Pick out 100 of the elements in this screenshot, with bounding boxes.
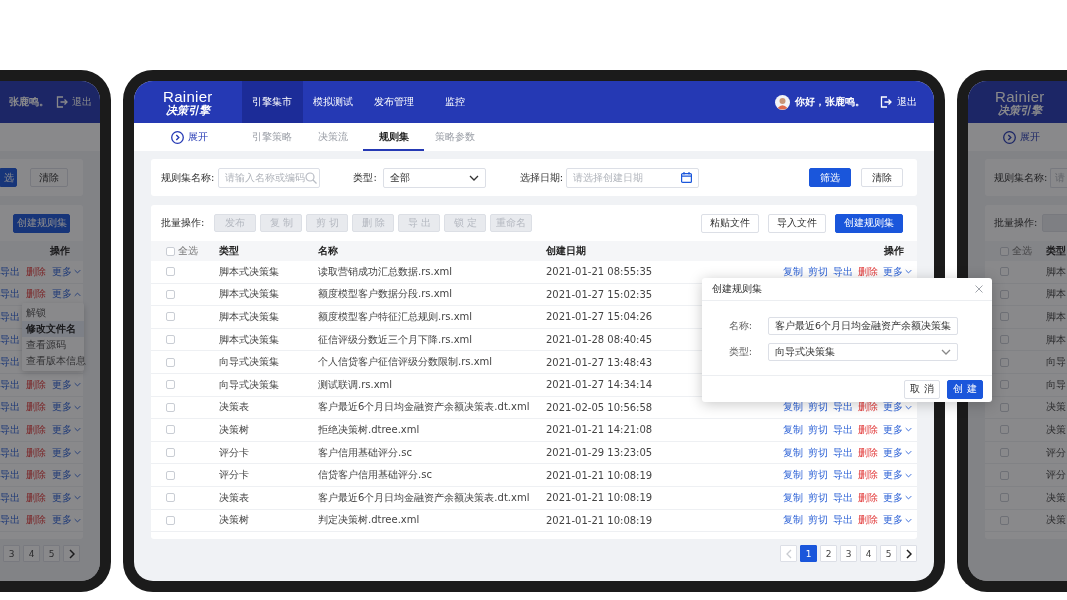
more-dropdown[interactable]: 更多 (883, 445, 912, 460)
type-select[interactable]: 向导式决策集 (768, 343, 958, 361)
delete-link[interactable]: 删除 (26, 445, 46, 460)
action-link[interactable]: 复制 (783, 400, 803, 415)
page-button[interactable]: 1 (800, 545, 817, 562)
more-dropdown[interactable]: 更多 (883, 422, 912, 437)
delete-link[interactable]: 删除 (858, 422, 878, 437)
more-dropdown[interactable]: 更多 (52, 513, 81, 528)
action-link[interactable]: 剪切 (808, 513, 828, 528)
more-dropdown[interactable]: 更多 (52, 422, 81, 437)
action-link[interactable]: 导出 (0, 422, 20, 437)
toolbar-button[interactable]: 创建规则集 (835, 213, 903, 233)
page-button[interactable]: 3 (3, 545, 20, 562)
page-button[interactable]: 4 (23, 545, 40, 562)
checkbox[interactable] (1000, 312, 1009, 322)
action-link[interactable]: 导出 (0, 400, 20, 415)
checkbox[interactable] (166, 493, 175, 503)
logout-icon[interactable] (880, 96, 892, 108)
checkbox[interactable] (1000, 289, 1009, 299)
action-link[interactable]: 导出 (833, 513, 853, 528)
more-dropdown[interactable]: 更多 (52, 490, 81, 505)
name-input[interactable]: 客户最近6个月日均金融资产余额决策集 (768, 317, 958, 335)
action-link[interactable]: 导出 (0, 445, 20, 460)
more-dropdown[interactable]: 更多 (52, 468, 81, 483)
page-button[interactable]: 3 (840, 545, 857, 562)
delete-link[interactable]: 删除 (858, 490, 878, 505)
checkbox[interactable] (1000, 425, 1009, 435)
action-link[interactable]: 导出 (833, 490, 853, 505)
logout-link[interactable]: 退出 (72, 95, 92, 109)
checkbox[interactable] (1000, 493, 1009, 503)
more-dropdown[interactable]: 更多 (52, 400, 81, 415)
menu-item[interactable]: 查看源码 (22, 337, 84, 353)
expand-link[interactable]: 展开 (188, 130, 208, 144)
tab[interactable]: 规则集 (363, 123, 424, 151)
checkbox[interactable] (1000, 402, 1009, 412)
more-dropdown[interactable]: 更多 (883, 264, 912, 279)
action-link[interactable]: 导出 (833, 422, 853, 437)
tab[interactable]: 引擎策略 (241, 123, 302, 151)
delete-link[interactable]: 删除 (858, 468, 878, 483)
more-dropdown[interactable]: 更多 (52, 264, 81, 279)
more-dropdown[interactable]: 更多 (52, 287, 81, 302)
delete-link[interactable]: 删除 (26, 513, 46, 528)
nav-item[interactable]: 发布管理 (363, 81, 425, 123)
dialog-button[interactable]: 取 消 (904, 379, 940, 399)
action-link[interactable]: 剪切 (808, 264, 828, 279)
logout-icon[interactable] (56, 96, 68, 108)
more-dropdown[interactable]: 更多 (883, 490, 912, 505)
page-button[interactable]: 2 (820, 545, 837, 562)
action-link[interactable]: 导出 (0, 287, 20, 302)
nav-item[interactable]: 监控 (424, 81, 486, 123)
checkbox[interactable] (1000, 246, 1009, 256)
more-dropdown[interactable]: 更多 (883, 400, 912, 415)
action-link[interactable]: 剪切 (808, 468, 828, 483)
action-link[interactable]: 导出 (833, 264, 853, 279)
menu-item[interactable]: 查看版本信息 (22, 353, 84, 369)
action-link[interactable]: 复制 (783, 445, 803, 460)
delete-link[interactable]: 删除 (858, 264, 878, 279)
checkbox[interactable] (166, 289, 175, 299)
page-button[interactable]: 5 (880, 545, 897, 562)
action-link[interactable]: 剪切 (808, 490, 828, 505)
tab[interactable]: 决策流 (302, 123, 363, 151)
action-link[interactable]: 导出 (0, 513, 20, 528)
action-link[interactable]: 导出 (833, 445, 853, 460)
checkbox[interactable] (166, 357, 175, 367)
checkbox[interactable] (166, 515, 175, 525)
next-page-button[interactable] (900, 545, 917, 562)
toolbar-button[interactable]: 创建规则集 (13, 213, 70, 233)
toolbar-button[interactable]: 粘贴文件 (701, 213, 759, 233)
dialog-button[interactable]: 创 建 (947, 379, 983, 399)
tab[interactable]: 策略参数 (424, 123, 485, 151)
expand-icon[interactable] (1003, 130, 1016, 144)
delete-link[interactable]: 删除 (26, 422, 46, 437)
logout-link[interactable]: 退出 (897, 95, 917, 109)
checkbox[interactable] (166, 470, 175, 480)
expand-link[interactable]: 展开 (1020, 130, 1040, 144)
page-button[interactable]: 5 (43, 545, 60, 562)
nav-item[interactable]: 引擎集市 (241, 81, 303, 123)
menu-item[interactable]: 修改文件名 (22, 321, 84, 337)
action-link[interactable]: 导出 (0, 468, 20, 483)
more-dropdown[interactable]: 更多 (883, 468, 912, 483)
checkbox[interactable] (1000, 515, 1009, 525)
delete-link[interactable]: 删除 (26, 400, 46, 415)
close-icon[interactable] (975, 285, 983, 293)
action-link[interactable]: 导出 (833, 468, 853, 483)
checkbox[interactable] (166, 402, 175, 412)
delete-link[interactable]: 删除 (26, 264, 46, 279)
action-link[interactable]: 剪切 (808, 400, 828, 415)
action-link[interactable]: 剪切 (808, 422, 828, 437)
more-dropdown[interactable]: 更多 (883, 513, 912, 528)
action-link[interactable]: 复制 (783, 468, 803, 483)
checkbox[interactable] (166, 246, 175, 256)
action-link[interactable]: 复制 (783, 264, 803, 279)
checkbox[interactable] (166, 312, 175, 322)
more-dropdown[interactable]: 更多 (52, 377, 81, 392)
action-link[interactable]: 复制 (783, 490, 803, 505)
page-button[interactable]: 4 (860, 545, 877, 562)
delete-link[interactable]: 删除 (858, 513, 878, 528)
action-link[interactable]: 导出 (833, 400, 853, 415)
action-link[interactable]: 导出 (0, 377, 20, 392)
action-link[interactable]: 剪切 (808, 445, 828, 460)
